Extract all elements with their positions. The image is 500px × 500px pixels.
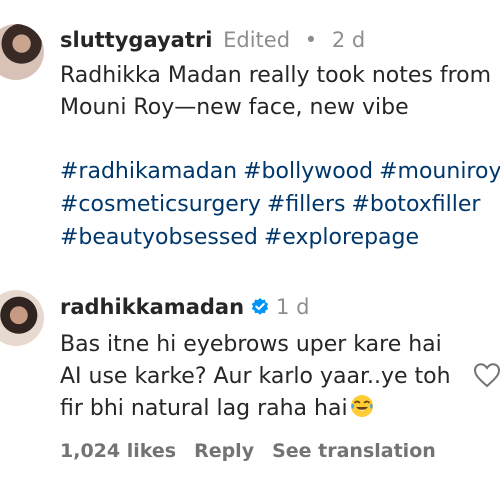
edited-label: Edited [223, 28, 291, 52]
comment-line: AI use karke? Aur karlo yaar..ye toh [60, 364, 451, 389]
comment-line-last: fir bhi natural lag raha hai [60, 393, 490, 425]
verified-badge-icon [250, 296, 270, 324]
comment-line-text: fir bhi natural lag raha hai [60, 396, 348, 421]
face-with-tears-of-joy-icon [350, 394, 374, 418]
comment-item: radhikkamadan 1 d Bas itne hi eyebrows u… [0, 285, 500, 500]
hashtag-link[interactable]: #explorepage [264, 225, 419, 250]
avatar[interactable] [0, 24, 44, 80]
separator-dot: • [304, 28, 318, 52]
likes-count[interactable]: 1,024 likes [60, 440, 176, 462]
comment-time[interactable]: 2 d [332, 28, 365, 52]
hashtag-link[interactable]: #bollywood [243, 159, 373, 184]
hashtag-link[interactable]: #beautyobsessed [60, 225, 258, 250]
comment-line: Mouni Roy—new face, new vibe [60, 95, 409, 120]
hashtag-link[interactable]: #botoxfiller [351, 192, 480, 217]
comment-text: Bas itne hi eyebrows uper kare hai AI us… [60, 329, 490, 425]
comment-header: sluttygayatri Edited • 2 d [60, 26, 365, 54]
comment-line: Bas itne hi eyebrows uper kare hai [60, 332, 442, 357]
comment-username[interactable]: sluttygayatri [60, 28, 212, 52]
comment-header: radhikkamadan 1 d [60, 293, 309, 324]
see-translation-button[interactable]: See translation [272, 440, 436, 462]
reply-button[interactable]: Reply [194, 440, 254, 462]
comment-time[interactable]: 1 d [276, 295, 309, 319]
comment-actions: 1,024 likes Reply See translation [60, 440, 454, 462]
hashtag-link[interactable]: #cosmeticsurgery [60, 192, 261, 217]
heart-icon[interactable] [473, 362, 500, 388]
comment-text: Radhikka Madan really took notes from Mo… [60, 60, 492, 124]
comment-line: Radhikka Madan really took notes from [60, 63, 492, 88]
hashtag-link[interactable]: #radhikamadan [60, 159, 237, 184]
comment-username[interactable]: radhikkamadan [60, 295, 244, 319]
hashtag-list: #radhikamadan #bollywood #mouniroy #cosmet… [60, 155, 500, 254]
comment-item: sluttygayatri Edited • 2 d Radhikka Mada… [0, 0, 500, 270]
hashtag-link[interactable]: #mouniroy [379, 159, 500, 184]
avatar[interactable] [0, 290, 44, 346]
hashtag-link[interactable]: #fillers [267, 192, 346, 217]
